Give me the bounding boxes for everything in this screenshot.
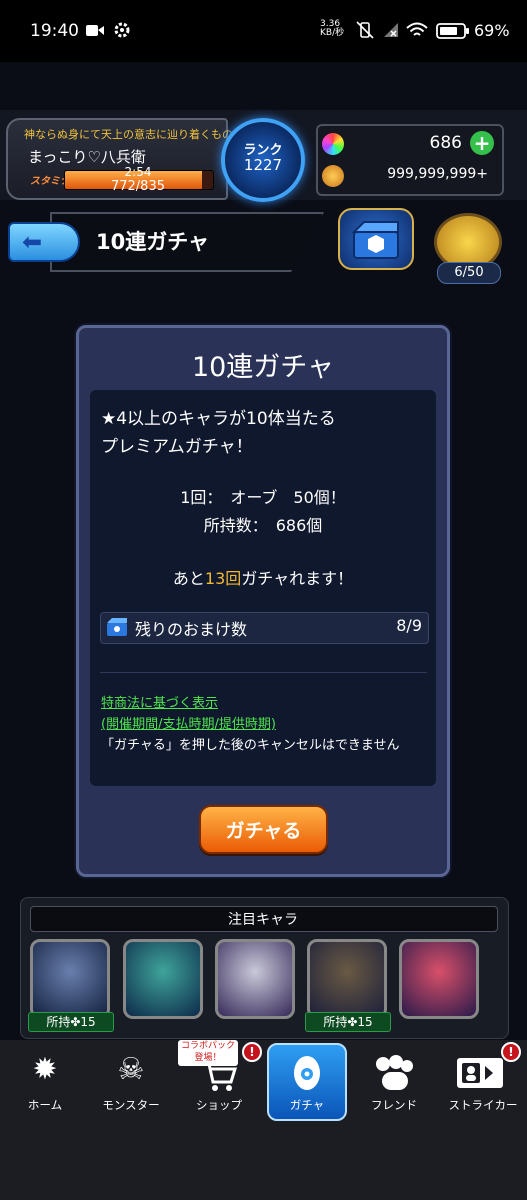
collab-pack-badge: コラボパック 登場！ xyxy=(178,1040,238,1066)
legal-notice-link[interactable]: 特商法に基づく表示 xyxy=(101,692,218,711)
nav-shop-label: ショップ xyxy=(196,1098,242,1112)
bonus-remaining-label: 残りのおまけ数 xyxy=(135,620,248,639)
nav-friend-label: フレンド xyxy=(371,1098,417,1112)
back-arrow-icon: ⬅ xyxy=(22,228,43,256)
shop-alert-icon: ! xyxy=(242,1042,262,1062)
bonus-box-icon xyxy=(107,618,127,636)
nav-monster-label: モンスター xyxy=(102,1098,160,1112)
featured-character-3[interactable] xyxy=(215,939,295,1019)
status-bar: 19:40 3.36 KB/秒 69% xyxy=(0,0,527,62)
monster-icon: ☠ xyxy=(117,1052,145,1087)
description-line-1: ★4以上のキャラが10体当たる xyxy=(101,409,336,429)
orb-count: 686 xyxy=(429,133,462,153)
player-title: 神ならぬ身にて天上の意志に辿り着くもの xyxy=(24,128,233,141)
dialog-title: 10連ガチャ xyxy=(191,352,335,383)
featured-character-4[interactable] xyxy=(307,939,387,1019)
striker-alert-icon: ! xyxy=(501,1042,521,1062)
back-button[interactable] xyxy=(8,222,80,262)
stamina-value: 772/835 xyxy=(110,179,165,194)
stamina-timer: 2:54 xyxy=(124,165,152,179)
striker-card-icon xyxy=(457,1058,503,1088)
remaining-pulls-line: あと13回ガチャれます！ xyxy=(172,569,354,588)
player-name: まっこり♡八兵衛 xyxy=(28,148,146,166)
remaining-pulls-count: 13回 xyxy=(204,569,242,588)
signal-icon xyxy=(384,23,398,37)
orb-icon xyxy=(322,133,344,155)
gear-icon xyxy=(114,22,130,38)
coin-icon xyxy=(322,165,344,187)
friend-icon xyxy=(376,1055,413,1090)
owned-orbs-line: 所持数： 686個 xyxy=(203,516,323,535)
featured-title: 注目キャラ xyxy=(228,912,298,928)
add-orbs-button[interactable]: + xyxy=(470,131,494,155)
nav-gacha-label: ガチャ xyxy=(289,1098,325,1112)
nav-striker-label: ストライカー xyxy=(448,1098,518,1112)
description-line-2: プレミアムガチャ！ xyxy=(101,437,253,457)
divider xyxy=(100,672,427,673)
page-title: 10連ガチャ xyxy=(96,230,210,254)
battery-icon xyxy=(436,23,469,39)
nav-home-label: ホーム xyxy=(27,1098,63,1112)
medal-count: 6/50 xyxy=(437,262,501,284)
rank-value: 1227 xyxy=(243,156,283,174)
video-camera-icon xyxy=(86,25,104,36)
featured-character-5[interactable] xyxy=(399,939,479,1019)
treasure-box-icon xyxy=(351,221,399,259)
network-speed: 3.36 KB/秒 xyxy=(320,19,345,38)
vibrate-off-icon xyxy=(356,21,374,39)
featured-character-1[interactable] xyxy=(30,939,110,1019)
bonus-remaining-value: 8/9 xyxy=(396,616,422,635)
wifi-icon xyxy=(406,22,428,36)
status-time: 19:40 xyxy=(30,21,79,41)
cost-line: 1回： オーブ 50個！ xyxy=(180,488,346,507)
home-icon: ✹ xyxy=(32,1052,58,1087)
battery-percentage: 69% xyxy=(474,21,510,40)
coin-count: 999,999,999+ xyxy=(387,166,488,182)
gacha-egg-icon xyxy=(294,1056,320,1090)
owned-count-badge: 所持✤15 xyxy=(305,1012,391,1032)
gacha-button-label: ガチャる xyxy=(225,820,302,842)
featured-character-2[interactable] xyxy=(123,939,203,1019)
legal-period-link[interactable]: (開催期間/支払時期/提供時期) xyxy=(101,713,276,732)
cancellation-note: 「ガチャる」を押した後のキャンセルはできません xyxy=(101,738,400,753)
owned-count-badge: 所持✤15 xyxy=(28,1012,114,1032)
